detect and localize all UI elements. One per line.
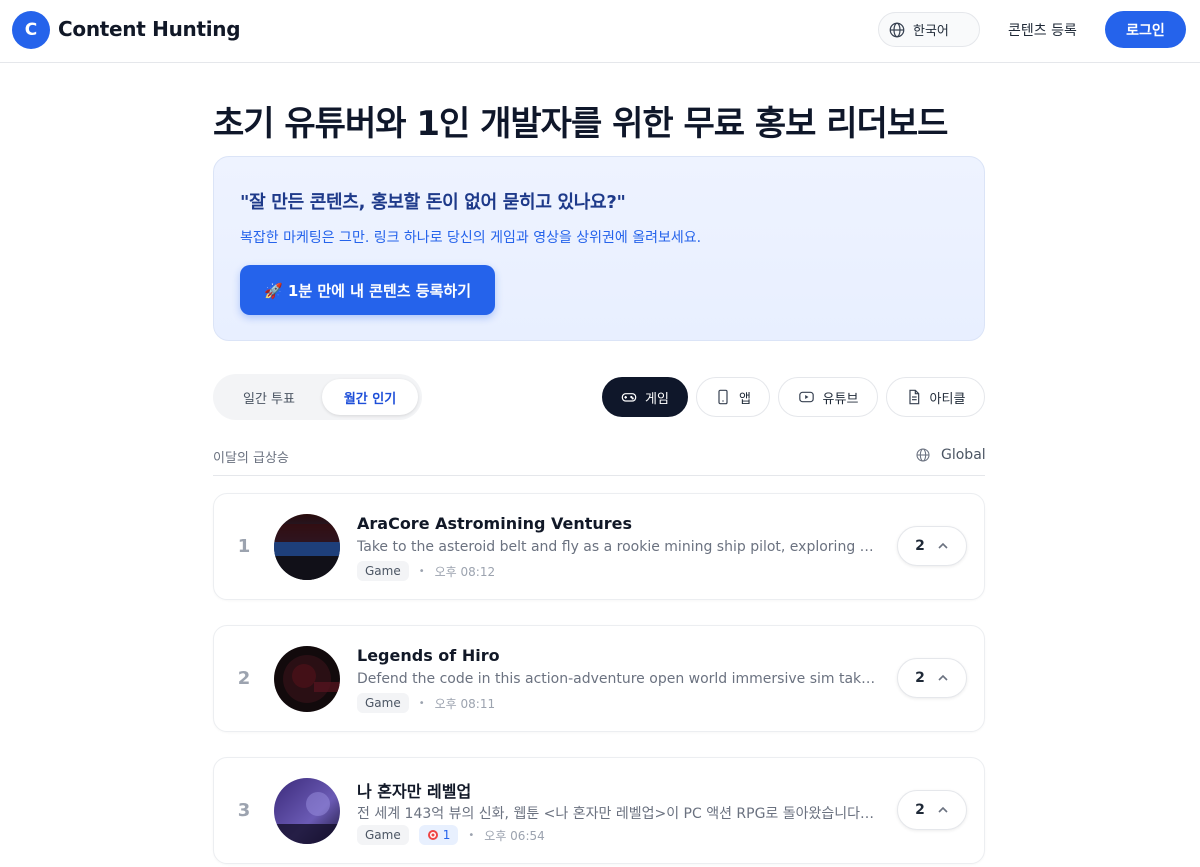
period-monthly-tab[interactable]: 월간 인기	[322, 379, 418, 415]
rank-number: 2	[237, 668, 251, 689]
region-selector[interactable]: Global	[915, 447, 986, 463]
target-icon	[427, 830, 438, 840]
item-thumbnail[interactable]	[274, 514, 340, 580]
hero-question: "잘 만든 콘텐츠, 홍보할 돈이 없어 묻히고 있나요?"	[240, 192, 626, 213]
language-label: 한국어	[913, 24, 949, 39]
category-label: 게임	[645, 391, 669, 407]
item-title[interactable]: AraCore Astromining Ventures	[357, 514, 632, 533]
upvote-button[interactable]: 2	[897, 790, 967, 830]
period-weekly-tab[interactable]: 일간 투표	[219, 379, 319, 415]
gamepad-icon	[621, 393, 637, 402]
vote-count: 2	[915, 538, 925, 554]
item-description: 전 세계 143억 뷰의 신화, 웹툰 <나 혼자만 레벨업>이 PC 액션 R…	[357, 806, 877, 822]
chevron-up-icon	[938, 806, 948, 813]
item-meta: Game • 오후 08:12	[357, 561, 495, 581]
item-description: Take to the asteroid belt and fly as a r…	[357, 539, 877, 555]
register-cta-button[interactable]: 🚀 1분 만에 내 콘텐츠 등록하기	[240, 265, 495, 315]
separator-dot: •	[468, 829, 475, 841]
category-app-button[interactable]: 앱	[696, 377, 770, 417]
item-title[interactable]: 나 혼자만 레벨업	[357, 778, 471, 802]
smartphone-icon	[718, 389, 728, 405]
category-youtube-button[interactable]: 유튜브	[778, 377, 878, 417]
item-description: Defend the code in this action-adventure…	[357, 671, 877, 687]
logo-icon[interactable]: C	[12, 11, 50, 49]
category-article-button[interactable]: 아티클	[886, 377, 985, 417]
hit-badge: 1	[418, 825, 459, 845]
list-item[interactable]: 3 나 혼자만 레벨업 전 세계 143억 뷰의 신화, 웹툰 <나 혼자만 레…	[213, 757, 985, 864]
category-label: 유튜브	[822, 391, 859, 407]
item-thumbnail[interactable]	[274, 778, 340, 844]
item-time: 오후 08:11	[434, 696, 496, 711]
chevron-up-icon	[938, 674, 948, 681]
item-thumbnail[interactable]	[274, 646, 340, 712]
item-meta: Game • 오후 08:11	[357, 693, 495, 713]
language-selector[interactable]: 한국어	[878, 12, 980, 47]
period-toggle: 일간 투표 월간 인기	[213, 374, 422, 420]
vote-count: 2	[915, 670, 925, 686]
document-icon	[908, 389, 919, 405]
item-time: 오후 08:12	[434, 564, 496, 579]
separator-dot: •	[418, 697, 425, 709]
list-item[interactable]: 2 Legends of Hiro Defend the code in thi…	[213, 625, 985, 732]
separator-dot: •	[418, 565, 425, 577]
category-tag: Game	[357, 825, 409, 845]
item-title[interactable]: Legends of Hiro	[357, 646, 500, 665]
upvote-button[interactable]: 2	[897, 658, 967, 698]
top-header: C Content Hunting 한국어 콘텐츠 등록 로그인	[0, 0, 1200, 63]
vote-count: 2	[915, 802, 925, 818]
youtube-icon	[798, 391, 814, 403]
upvote-button[interactable]: 2	[897, 526, 967, 566]
rank-number: 1	[237, 536, 251, 557]
globe-icon	[916, 448, 930, 462]
section-label: 이달의 급상승	[213, 451, 289, 466]
rank-number: 3	[237, 800, 251, 821]
globe-icon	[889, 22, 905, 37]
category-tag: Game	[357, 693, 409, 713]
page-title: 초기 유튜버와 1인 개발자를 위한 무료 홍보 리더보드	[213, 104, 948, 144]
chevron-up-icon	[938, 542, 948, 549]
item-time: 오후 06:54	[484, 828, 545, 843]
category-game-button[interactable]: 게임	[602, 377, 688, 417]
region-label: Global	[941, 447, 986, 463]
section-divider	[213, 475, 985, 476]
list-item[interactable]: 1 AraCore Astromining Ventures Take to t…	[213, 493, 985, 600]
category-tag: Game	[357, 561, 409, 581]
category-label: 앱	[739, 391, 751, 407]
brand-name[interactable]: Content Hunting	[58, 17, 241, 41]
badge-count: 1	[442, 828, 451, 842]
login-button[interactable]: 로그인	[1105, 11, 1186, 48]
category-label: 아티클	[929, 391, 966, 407]
hero-banner: "잘 만든 콘텐츠, 홍보할 돈이 없어 묻히고 있나요?" 복잡한 마케팅은 …	[213, 156, 985, 341]
item-meta: Game 1 • 오후 06:54	[357, 825, 545, 845]
hero-subtitle: 복잡한 마케팅은 그만. 링크 하나로 당신의 게임과 영상을 상위권에 올려보…	[240, 230, 702, 246]
register-content-link[interactable]: 콘텐츠 등록	[1008, 20, 1077, 40]
